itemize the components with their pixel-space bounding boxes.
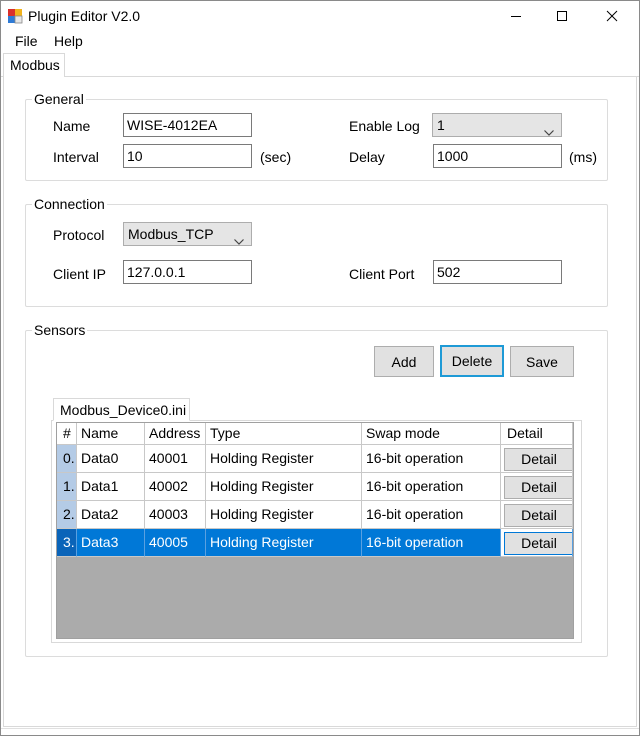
detail-button[interactable]: Detail	[504, 532, 572, 555]
protocol-value: Modbus_TCP	[128, 226, 214, 242]
client-ip-label: Client IP	[53, 266, 106, 282]
minimize-icon	[510, 10, 522, 22]
row-type[interactable]: Holding Register	[206, 501, 362, 529]
protocol-label: Protocol	[53, 227, 105, 243]
maximize-icon	[556, 10, 568, 22]
grid-header-row: # Name Address Type Swap mode Detail	[57, 423, 573, 445]
column-header-detail[interactable]: Detail	[501, 423, 573, 445]
menu-file[interactable]: File	[13, 33, 40, 49]
table-row[interactable]: 1. Data1 40002 Holding Register 16-bit o…	[57, 473, 573, 501]
window-title: Plugin Editor V2.0	[28, 8, 141, 24]
tab-modbus[interactable]: Modbus	[3, 53, 65, 78]
interval-label: Interval	[53, 149, 99, 165]
tab-strip: Modbus	[1, 53, 639, 78]
connection-group: Connection	[25, 195, 608, 307]
sensor-grid[interactable]: # Name Address Type Swap mode Detail 0. …	[56, 422, 574, 639]
name-label: Name	[53, 118, 91, 134]
plugin-editor-window: Plugin Editor V2.0 File Help Modbus Gene…	[0, 0, 640, 736]
close-button[interactable]	[589, 1, 635, 31]
row-name[interactable]: Data0	[77, 445, 145, 473]
row-index[interactable]: 3.	[57, 529, 77, 557]
enable-log-select[interactable]: 1	[432, 113, 562, 137]
row-index[interactable]: 1.	[57, 473, 77, 501]
row-swap-mode[interactable]: 16-bit operation	[362, 501, 501, 529]
add-button[interactable]: Add	[374, 346, 434, 377]
save-button[interactable]: Save	[510, 346, 574, 377]
detail-button[interactable]: Detail	[504, 448, 572, 471]
interval-field[interactable]: 10	[123, 144, 252, 168]
status-divider	[1, 728, 639, 729]
row-address[interactable]: 40005	[145, 529, 206, 557]
general-group-title: General	[32, 90, 86, 108]
chevron-down-icon	[234, 231, 244, 249]
row-type[interactable]: Holding Register	[206, 473, 362, 501]
enable-log-value: 1	[437, 117, 445, 133]
maximize-button[interactable]	[539, 1, 585, 31]
row-address[interactable]: 40003	[145, 501, 206, 529]
row-address[interactable]: 40001	[145, 445, 206, 473]
minimize-button[interactable]	[493, 1, 539, 31]
detail-button[interactable]: Detail	[504, 504, 572, 527]
enable-log-label: Enable Log	[349, 118, 420, 134]
interval-unit: (sec)	[260, 149, 292, 165]
row-name[interactable]: Data2	[77, 501, 145, 529]
title-bar[interactable]: Plugin Editor V2.0	[1, 1, 639, 31]
row-name[interactable]: Data3	[77, 529, 145, 557]
sensors-group-title: Sensors	[32, 321, 88, 339]
app-icon	[7, 8, 23, 24]
row-type[interactable]: Holding Register	[206, 445, 362, 473]
row-detail-cell: Detail	[501, 501, 573, 529]
menu-help[interactable]: Help	[52, 33, 85, 49]
client-ip-field[interactable]: 127.0.0.1	[123, 260, 252, 284]
detail-button[interactable]: Detail	[504, 476, 572, 499]
row-detail-cell: Detail	[501, 529, 573, 557]
row-name[interactable]: Data1	[77, 473, 145, 501]
delay-unit: (ms)	[569, 149, 597, 165]
name-field[interactable]: WISE-4012EA	[123, 113, 252, 137]
delete-button[interactable]: Delete	[440, 345, 504, 377]
row-swap-mode[interactable]: 16-bit operation	[362, 529, 501, 557]
row-detail-cell: Detail	[501, 445, 573, 473]
delay-field[interactable]: 1000	[433, 144, 562, 168]
connection-group-title: Connection	[32, 195, 107, 213]
client-port-field[interactable]: 502	[433, 260, 562, 284]
row-index[interactable]: 0.	[57, 445, 77, 473]
row-index[interactable]: 2.	[57, 501, 77, 529]
delay-label: Delay	[349, 149, 385, 165]
column-header-address[interactable]: Address	[145, 423, 206, 445]
chevron-down-icon	[544, 122, 554, 140]
menu-bar: File Help	[1, 31, 639, 53]
row-swap-mode[interactable]: 16-bit operation	[362, 445, 501, 473]
column-header-name[interactable]: Name	[77, 423, 145, 445]
row-swap-mode[interactable]: 16-bit operation	[362, 473, 501, 501]
column-header-index[interactable]: #	[57, 423, 77, 445]
general-group: General	[25, 90, 608, 181]
close-icon	[606, 10, 618, 22]
row-address[interactable]: 40002	[145, 473, 206, 501]
row-type[interactable]: Holding Register	[206, 529, 362, 557]
column-header-swap-mode[interactable]: Swap mode	[362, 423, 501, 445]
table-row-selected[interactable]: 3. Data3 40005 Holding Register 16-bit o…	[57, 529, 573, 557]
tab-modbus-device0[interactable]: Modbus_Device0.ini	[53, 398, 190, 421]
table-row[interactable]: 0. Data0 40001 Holding Register 16-bit o…	[57, 445, 573, 473]
column-header-type[interactable]: Type	[206, 423, 362, 445]
row-detail-cell: Detail	[501, 473, 573, 501]
table-row[interactable]: 2. Data2 40003 Holding Register 16-bit o…	[57, 501, 573, 529]
protocol-select[interactable]: Modbus_TCP	[123, 222, 252, 246]
client-port-label: Client Port	[349, 266, 415, 282]
